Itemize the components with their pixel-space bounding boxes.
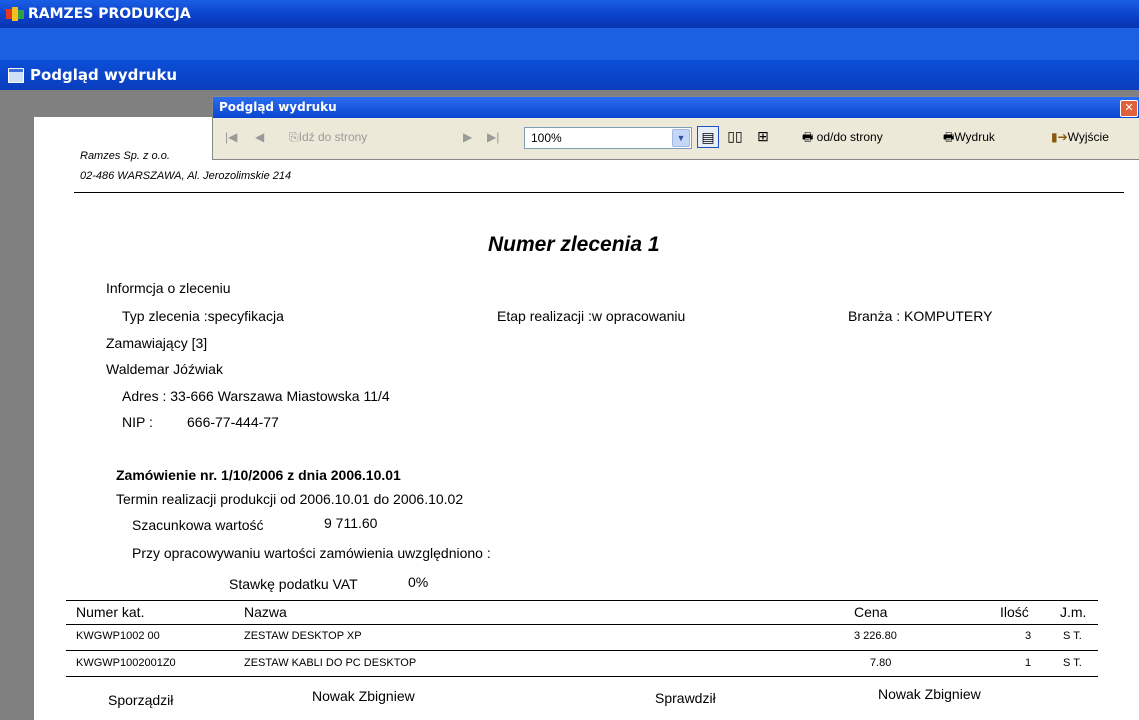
table-bottom-rule	[66, 676, 1098, 677]
table-top-rule	[66, 600, 1098, 601]
row-unit: S T.	[1063, 657, 1082, 669]
preview-toolbar-title: Podgląd wydruku	[219, 100, 337, 114]
row-unit: S T.	[1063, 630, 1082, 642]
prev-page-button[interactable]: ◀	[255, 123, 264, 151]
checked-label: Sprawdził	[655, 690, 716, 706]
multi-page-view-button[interactable]: ⊞	[753, 126, 773, 146]
table-header-rule	[66, 624, 1098, 625]
company-address: 02-486 WARSZAWA, Al. Jerozolimskie 214	[80, 170, 292, 182]
row-price: 3 226.80	[854, 630, 897, 642]
first-page-icon: |◀	[225, 130, 238, 144]
order-title: Zamówienie nr. 1/10/2006 z dnia 2006.10.…	[116, 467, 401, 483]
multi-page-icon: ⊞	[757, 128, 769, 144]
prepared-label: Sporządził	[108, 692, 174, 708]
prev-page-icon: ◀	[255, 130, 265, 144]
chevron-down-icon[interactable]: ▼	[672, 129, 690, 147]
next-page-button[interactable]: ▶	[463, 123, 472, 151]
goto-page-button[interactable]: ⎘Idź do strony	[289, 123, 367, 151]
zoom-value: 100%	[531, 131, 562, 145]
client-label: Zamawiający [3]	[106, 335, 208, 351]
header-divider	[74, 192, 1124, 193]
nip-label: NIP :	[122, 414, 153, 430]
two-page-view-button[interactable]: ▯▯	[725, 126, 745, 146]
production-term: Termin realizacji produkcji od 2006.10.0…	[116, 491, 464, 507]
printer-icon: 🖶	[802, 130, 814, 144]
row-qty: 1	[1025, 657, 1032, 669]
client-name: Waldemar Jóźwiak	[106, 361, 223, 377]
order-industry: Branża : KOMPUTERY	[848, 308, 993, 324]
order-type: Typ zlecenia :specyfikacja	[122, 308, 284, 324]
preview-toolbar-title-bar[interactable]: Podgląd wydruku ✕	[213, 97, 1139, 118]
row-price: 7.80	[870, 657, 892, 669]
col-header-unit: J.m.	[1060, 604, 1087, 620]
last-page-button[interactable]: ▶|	[487, 123, 499, 151]
exit-label: Wyjście	[1067, 130, 1109, 144]
order-info-label: Informcja o zleceniu	[106, 280, 231, 296]
vat-label: Stawkę podatku VAT	[229, 576, 358, 592]
nip-value: 666-77-444-77	[187, 414, 279, 430]
two-page-icon: ▯▯	[727, 128, 743, 144]
company-name: Ramzes Sp. z o.o.	[80, 150, 170, 162]
col-header-code: Numer kat.	[76, 604, 145, 620]
last-page-icon: ▶|	[487, 130, 500, 144]
considered-label: Przy opracowywaniu wartości zamówienia u…	[132, 545, 491, 561]
print-label: Wydruk	[954, 130, 995, 144]
col-header-price: Cena	[854, 604, 888, 620]
exit-door-icon: ▮➔	[1051, 130, 1068, 144]
row-code: KWGWP1002 00	[76, 630, 160, 642]
page-range-label: od/do strony	[816, 130, 883, 144]
estimate-value: 9 711.60	[324, 515, 378, 531]
vat-value: 0%	[408, 574, 429, 590]
row-code: KWGWP1002001Z0	[76, 657, 176, 669]
estimate-label: Szacunkowa wartość	[132, 517, 264, 533]
order-stage: Etap realizacji :w opracowaniu	[497, 308, 686, 324]
col-header-qty: Ilość	[1000, 604, 1029, 620]
goto-page-icon: ⎘	[289, 130, 299, 144]
row-qty: 3	[1025, 630, 1032, 642]
row-divider	[66, 650, 1098, 651]
client-address: Adres : 33-666 Warszawa Miastowska 11/4	[122, 388, 390, 404]
preview-toolbar: Podgląd wydruku ✕ |◀ ◀ ⎘Idź do strony ▶ …	[212, 96, 1139, 160]
print-button[interactable]: 🖶Wydruk	[943, 123, 995, 151]
first-page-button[interactable]: |◀	[225, 123, 237, 151]
single-page-view-button[interactable]: ▤	[697, 126, 719, 148]
page-range-button[interactable]: 🖶 od/do strony	[802, 123, 883, 151]
row-name: ZESTAW KABLI DO PC DESKTOP	[244, 657, 417, 669]
prepared-name: Nowak Zbigniew	[312, 688, 415, 704]
close-button[interactable]: ✕	[1120, 100, 1138, 117]
printer-icon: 🖶	[943, 130, 955, 144]
col-header-name: Nazwa	[244, 604, 287, 620]
goto-page-label: Idź do strony	[298, 130, 368, 144]
zoom-select[interactable]: 100% ▼	[524, 127, 692, 149]
single-page-icon: ▤	[701, 129, 715, 145]
next-page-icon: ▶	[463, 130, 473, 144]
exit-button[interactable]: ▮➔Wyjście	[1051, 123, 1109, 151]
checked-name: Nowak Zbigniew	[878, 686, 981, 702]
row-name: ZESTAW DESKTOP XP	[244, 630, 362, 642]
page-title: Numer zlecenia 1	[488, 233, 660, 256]
